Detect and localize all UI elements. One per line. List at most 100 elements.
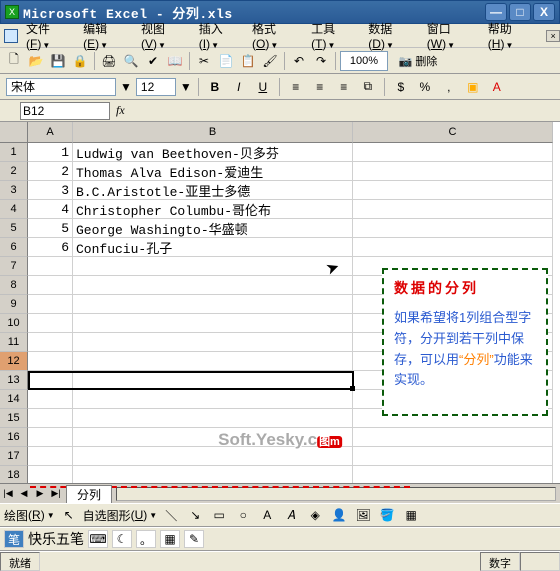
ime-soft-icon[interactable]: ▦ [160,530,180,548]
cell[interactable]: George Washingto-华盛顿 [73,219,353,238]
size-select[interactable]: 12 [136,78,176,96]
menu-data[interactable]: 数据(D)▼ [364,18,420,53]
zoom-box[interactable]: 100% [340,51,388,71]
cell[interactable] [353,447,553,466]
col-header-c[interactable]: C [353,122,553,143]
pointer-icon[interactable]: ↖ [59,505,79,525]
cell[interactable] [28,352,73,371]
ime-icon[interactable]: 笔 [4,530,24,548]
ime-kb-icon[interactable]: ⌨ [88,530,108,548]
preview-icon[interactable]: 🔍 [121,51,141,71]
cell[interactable] [73,257,353,276]
cell[interactable]: 5 [28,219,73,238]
row-header[interactable]: 17 [0,447,28,466]
cell[interactable]: Christopher Columbu-哥伦布 [73,200,353,219]
cell[interactable]: Thomas Alva Edison-爱迪生 [73,162,353,181]
permission-icon[interactable]: 🔒 [70,51,90,71]
cell[interactable] [28,447,73,466]
row-header[interactable]: 5 [0,219,28,238]
cell[interactable] [28,295,73,314]
clipart-icon[interactable]: 👤 [329,505,349,525]
fill-color-icon[interactable]: ▣ [463,77,483,97]
row-header[interactable]: 10 [0,314,28,333]
paste-icon[interactable]: 📋 [238,51,258,71]
row-header[interactable]: 15 [0,409,28,428]
row-header[interactable]: 16 [0,428,28,447]
redo-icon[interactable]: ↷ [311,51,331,71]
oval-icon[interactable]: ○ [233,505,253,525]
cell[interactable] [353,428,553,447]
percent-icon[interactable]: % [415,77,435,97]
menu-edit[interactable]: 编辑(E)▼ [79,18,135,53]
cell[interactable] [353,181,553,200]
menu-tools[interactable]: 工具(T)▼ [307,18,362,53]
merge-icon[interactable]: ⧉ [358,77,378,97]
cell[interactable]: 3 [28,181,73,200]
cell[interactable] [73,276,353,295]
cell[interactable]: 6 [28,238,73,257]
row-header[interactable]: 9 [0,295,28,314]
col-header-a[interactable]: A [28,122,73,143]
comma-icon[interactable]: , [439,77,459,97]
camera-delete[interactable]: 📷 删除 [390,51,446,71]
autoshapes-menu[interactable]: 自选图形(U)▼ [83,507,158,524]
row-header[interactable]: 13 [0,371,28,390]
cell[interactable]: 2 [28,162,73,181]
3d-icon[interactable]: ▦ [401,505,421,525]
ime-moon-icon[interactable]: ☾ [112,530,132,548]
menu-insert[interactable]: 插入(I)▼ [195,18,246,53]
ime-punct-icon[interactable]: 。 [136,530,156,548]
cell[interactable] [73,409,353,428]
formula-input[interactable] [132,102,560,120]
row-header[interactable]: 4 [0,200,28,219]
cell[interactable] [28,428,73,447]
row-header[interactable]: 11 [0,333,28,352]
row-header[interactable]: 8 [0,276,28,295]
cell[interactable] [28,314,73,333]
cell[interactable] [73,314,353,333]
tab-first-icon[interactable]: |◀ [0,486,16,502]
textbox-icon[interactable]: A [257,505,277,525]
menu-format[interactable]: 格式(O)▼ [248,18,305,53]
ime-config-icon[interactable]: ✎ [184,530,204,548]
print-icon[interactable]: 🖨 [99,51,119,71]
cut-icon[interactable]: ✂ [194,51,214,71]
align-right-icon[interactable]: ≡ [334,77,354,97]
cell[interactable] [73,428,353,447]
spell-icon[interactable]: ✔ [143,51,163,71]
h-scrollbar[interactable] [116,487,556,501]
menu-window[interactable]: 窗口(W)▼ [423,18,482,53]
cell[interactable] [73,295,353,314]
open-icon[interactable]: 📂 [26,51,46,71]
sheet-tab[interactable]: 分列 [66,485,112,503]
cell[interactable]: B.C.Aristotle-亚里士多德 [73,181,353,200]
row-header[interactable]: 6 [0,238,28,257]
currency-icon[interactable]: $ [391,77,411,97]
undo-icon[interactable]: ↶ [289,51,309,71]
menu-file[interactable]: 文件(F)▼ [22,18,77,53]
select-all-corner[interactable] [0,122,28,143]
align-left-icon[interactable]: ≡ [286,77,306,97]
italic-button[interactable]: I [229,77,249,97]
diagram-icon[interactable]: ◈ [305,505,325,525]
menu-help[interactable]: 帮助(H)▼ [484,18,540,53]
row-header[interactable]: 3 [0,181,28,200]
draw-menu[interactable]: 绘图(R)▼ [4,507,55,524]
cell[interactable] [73,371,353,390]
cell[interactable] [28,390,73,409]
row-header[interactable]: 14 [0,390,28,409]
painter-icon[interactable]: 🖌 [260,51,280,71]
workbook-close-button[interactable]: × [546,30,560,42]
cell[interactable] [73,447,353,466]
copy-icon[interactable]: 📄 [216,51,236,71]
image-icon[interactable]: 🖼 [353,505,373,525]
fx-icon[interactable]: fx [116,103,132,118]
align-center-icon[interactable]: ≡ [310,77,330,97]
row-header[interactable]: 12 [0,352,28,371]
line-icon[interactable]: ＼ [161,505,181,525]
cell[interactable] [28,333,73,352]
cell[interactable] [353,238,553,257]
row-header[interactable]: 7 [0,257,28,276]
row-header[interactable]: 1 [0,143,28,162]
cell[interactable]: 4 [28,200,73,219]
